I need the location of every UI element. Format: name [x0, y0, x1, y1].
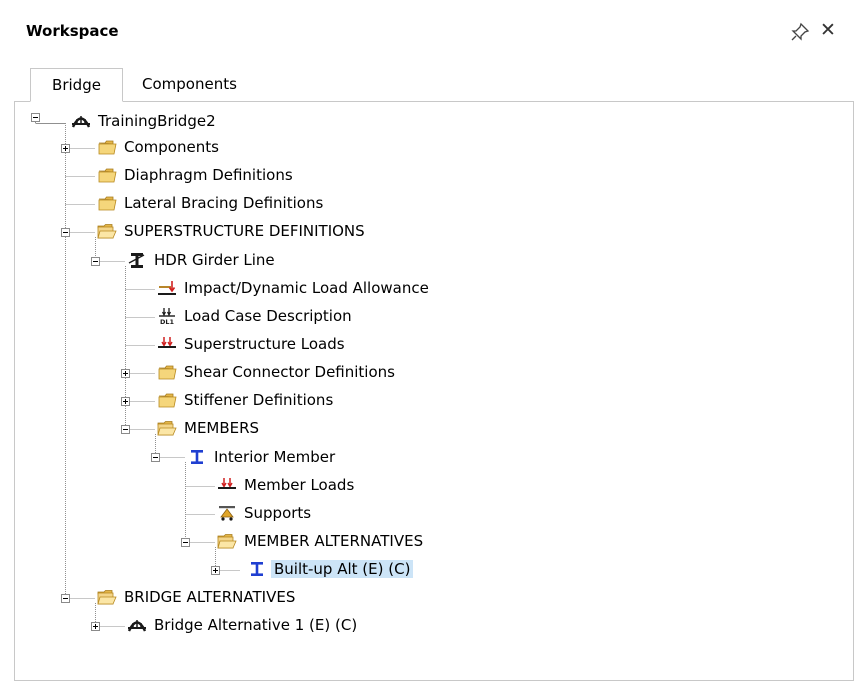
tree-node-lateral-bracing-definitions[interactable]: Lateral Bracing Definitions	[97, 191, 326, 215]
tree-node-bridge-alternative-1[interactable]: Bridge Alternative 1 (E) (C)	[127, 613, 360, 637]
tree-node-diaphragm-definitions[interactable]: Diaphragm Definitions	[97, 163, 296, 187]
load-case-icon: DL1	[159, 308, 175, 325]
folder-open-icon	[157, 421, 177, 436]
folder-closed-icon	[98, 168, 117, 183]
tree-node-label: Interior Member	[214, 448, 336, 466]
tree-node-label: Load Case Description	[184, 307, 352, 325]
collapse-toggle[interactable]	[61, 228, 70, 237]
tree-node-members[interactable]: MEMBERS	[157, 416, 262, 440]
panel-title: Workspace	[26, 22, 119, 40]
girder-line-icon	[128, 253, 145, 268]
tree-node-superstructure-loads[interactable]: Superstructure Loads	[157, 332, 348, 356]
tree-node-stiffener-definitions[interactable]: Stiffener Definitions	[157, 388, 336, 412]
collapse-toggle[interactable]	[181, 538, 190, 547]
i-beam-icon	[251, 562, 263, 576]
tree-node-label: Diaphragm Definitions	[124, 166, 293, 184]
bridge-icon	[127, 620, 147, 632]
tree-node-bridge-alternatives[interactable]: BRIDGE ALTERNATIVES	[97, 585, 298, 609]
pin-icon[interactable]	[790, 22, 810, 42]
support-icon	[219, 506, 235, 521]
expand-toggle[interactable]	[91, 622, 100, 631]
collapse-toggle[interactable]	[61, 594, 70, 603]
tree-node-label: Member Loads	[244, 476, 355, 494]
tree-node-label: Components	[124, 138, 219, 156]
folder-open-icon	[97, 590, 117, 605]
expand-toggle[interactable]	[121, 397, 130, 406]
tree-node-built-up-alt[interactable]: Built-up Alt (E) (C)	[247, 557, 414, 581]
tree-node-interior-member[interactable]: Interior Member	[187, 445, 338, 469]
svg-text:DL1: DL1	[160, 318, 175, 325]
collapse-toggle[interactable]	[91, 257, 100, 266]
collapse-toggle[interactable]	[31, 113, 40, 122]
bridge-tree[interactable]: TrainingBridge2 Components Diaphragm Def…	[14, 101, 854, 681]
loads-icon	[218, 478, 236, 489]
tree-node-label: MEMBER ALTERNATIVES	[244, 532, 424, 550]
tree-node-label: Shear Connector Definitions	[184, 363, 395, 381]
tree-node-superstructure-definitions[interactable]: SUPERSTRUCTURE DEFINITIONS	[97, 219, 368, 243]
folder-closed-icon	[158, 365, 177, 380]
folder-open-icon	[217, 534, 237, 549]
tree-node-label: Superstructure Loads	[184, 335, 345, 353]
folder-closed-icon	[98, 196, 117, 211]
tab-bridge[interactable]: Bridge	[30, 68, 123, 102]
loads-icon	[158, 337, 176, 348]
tree-node-shear-connector-definitions[interactable]: Shear Connector Definitions	[157, 360, 398, 384]
tree-node-label: Impact/Dynamic Load Allowance	[184, 279, 429, 297]
close-icon[interactable]: ✕	[820, 20, 836, 40]
i-beam-icon	[191, 450, 203, 464]
expand-toggle[interactable]	[211, 566, 220, 575]
tree-node-label: Stiffener Definitions	[184, 391, 334, 409]
tree-node-supports[interactable]: Supports	[217, 501, 314, 525]
collapse-toggle[interactable]	[121, 425, 130, 434]
expand-toggle[interactable]	[61, 144, 70, 153]
tree-node-hdr-girder-line[interactable]: HDR Girder Line	[127, 248, 278, 272]
tree-node-load-case-description[interactable]: DL1 Load Case Description	[157, 304, 355, 328]
folder-closed-icon	[98, 140, 117, 155]
tree-node-components[interactable]: Components	[97, 135, 222, 159]
tree-node-label: HDR Girder Line	[154, 251, 275, 269]
tree-node-label: SUPERSTRUCTURE DEFINITIONS	[124, 222, 365, 240]
folder-open-icon	[97, 224, 117, 239]
tree-node-impact-dynamic-load-allowance[interactable]: Impact/Dynamic Load Allowance	[157, 276, 432, 300]
tree-node-member-alternatives[interactable]: MEMBER ALTERNATIVES	[217, 529, 426, 553]
tree-node-label: Supports	[244, 504, 312, 522]
tree-node-label: Lateral Bracing Definitions	[124, 194, 324, 212]
tree-node-label: TrainingBridge2	[98, 112, 216, 130]
tree-node-label: BRIDGE ALTERNATIVES	[124, 588, 296, 606]
impact-load-icon	[158, 281, 176, 295]
expand-toggle[interactable]	[121, 369, 130, 378]
folder-closed-icon	[158, 393, 177, 408]
bridge-icon	[71, 116, 91, 128]
tree-node-label: Built-up Alt (E) (C)	[271, 560, 414, 578]
tab-components[interactable]: Components	[142, 68, 237, 102]
workspace-titlebar: Workspace ✕	[0, 0, 857, 60]
tree-node-label: Bridge Alternative 1 (E) (C)	[154, 616, 358, 634]
tree-node-trainingbridge2[interactable]: TrainingBridge2	[71, 109, 219, 133]
tree-node-label: MEMBERS	[184, 419, 260, 437]
collapse-toggle[interactable]	[151, 453, 160, 462]
tree-node-member-loads[interactable]: Member Loads	[217, 473, 357, 497]
